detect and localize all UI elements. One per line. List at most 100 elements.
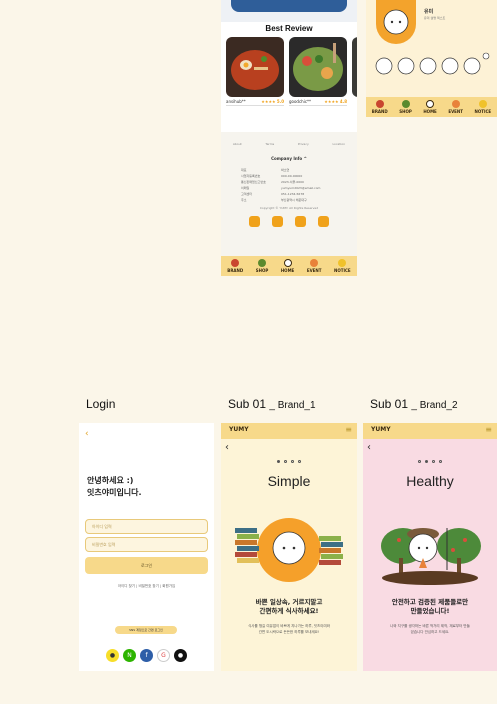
review-text <box>226 105 284 115</box>
nav-home[interactable]: HOME <box>281 259 294 273</box>
dot[interactable] <box>284 460 287 463</box>
bottom-nav: BRAND SHOP HOME EVENT NOTICE <box>221 256 357 276</box>
copyright: Copyright © YUMY. All Rights Reserved <box>259 206 319 210</box>
login-screen: ‹ 안녕하세요 :) 잇츠야미입니다. 아이디 입력 비밀번호 입력 로그인 아… <box>79 423 214 671</box>
stars: ★★★★ <box>261 99 276 104</box>
mascot-desc: 유미 설명 텍스트 <box>424 16 446 20</box>
nav-label: BRAND <box>371 109 388 114</box>
dot[interactable] <box>418 460 421 463</box>
brand1-section-label: Sub 01 _ Brand_1 <box>228 397 316 411</box>
review-card[interactable] <box>289 37 347 97</box>
review-card-partial[interactable] <box>352 37 357 97</box>
nav-shop[interactable]: SHOP <box>399 100 412 114</box>
tomato-icon <box>231 259 240 267</box>
greeting-line: 안녕하세요 :) <box>87 476 134 485</box>
carrot-icon <box>310 259 319 267</box>
twitter-icon[interactable] <box>318 216 329 227</box>
best-review-title: Best Review <box>265 24 313 33</box>
find-pw-link[interactable]: 비밀번호 찾기 <box>138 584 158 588</box>
nav-label: NOTICE <box>474 109 492 114</box>
dot[interactable] <box>298 460 301 463</box>
login-button[interactable]: 로그인 <box>85 557 208 574</box>
instagram-icon[interactable] <box>249 216 260 227</box>
farm-sheep-illustration <box>381 528 481 585</box>
tagline-line: 바쁜 일상속, 거르지말고 <box>255 598 323 606</box>
menu-icon[interactable]: ≡ <box>485 425 492 434</box>
password-input[interactable]: 비밀번호 입력 <box>85 537 208 552</box>
banner-card[interactable] <box>231 0 347 12</box>
home-screen-bottom: Best Review ansihub** ★★★★ 5.0 goodchic*… <box>221 0 357 276</box>
nav-notice[interactable]: NOTICE <box>474 100 492 114</box>
score: 4.8 <box>339 99 347 104</box>
nav-brand[interactable]: BRAND <box>227 259 243 273</box>
nav-label: HOME <box>423 109 437 114</box>
food-image <box>226 37 284 97</box>
header: YUMY ≡ <box>363 423 497 439</box>
dot[interactable] <box>425 460 428 463</box>
score: 5.0 <box>276 99 284 104</box>
footer-link[interactable]: Terms <box>265 142 274 146</box>
mascot-badge <box>376 0 416 44</box>
nav-label: EVENT <box>306 268 322 273</box>
nav-notice[interactable]: NOTICE <box>334 259 351 273</box>
tomato-icon <box>375 100 384 108</box>
chat-icon[interactable] <box>295 216 306 227</box>
review-meta: ansihub** ★★★★ 5.0 <box>226 99 284 104</box>
dot[interactable] <box>291 460 294 463</box>
home-icon <box>426 100 435 108</box>
easy-login-label: SNS 계정으로 간편 로그인 <box>115 626 177 634</box>
logo[interactable]: YUMY <box>229 426 249 433</box>
greeting-line: 잇츠야미입니다. <box>87 488 142 497</box>
footer: About Terms Privacy Location Company Inf… <box>221 132 357 256</box>
company-info: 대표 박소연 사업자등록번호 000-00-00000 통신판매업신고번호 2023-서울… <box>241 167 357 203</box>
brand1-heading: Simple <box>267 473 311 489</box>
dot[interactable] <box>439 460 442 463</box>
bottom-nav: BRAND SHOP HOME EVENT NOTICE <box>366 97 497 117</box>
tagline-line: 안전하고 검증된 제품들로만 <box>391 598 469 606</box>
food-image <box>289 37 347 97</box>
nav-event[interactable]: EVENT <box>306 259 322 273</box>
logo[interactable]: YUMY <box>371 426 391 433</box>
home-icon <box>283 259 292 267</box>
naver-login-icon[interactable]: N <box>123 649 136 662</box>
footer-link[interactable]: About <box>233 142 242 146</box>
broccoli-icon <box>258 259 266 267</box>
nav-event[interactable]: EVENT <box>448 100 463 114</box>
brand2-screen: YUMY ≡ ‹ Healthy 안전하고 검증된 제품들로만 만들었습니다! … <box>363 423 497 671</box>
nav-label: EVENT <box>448 109 463 114</box>
facebook-login-icon[interactable]: f <box>140 649 153 662</box>
brand2-tagline: 안전하고 검증된 제품들로만 만들었습니다! <box>363 598 497 616</box>
apple-login-icon[interactable]: ● <box>174 649 187 662</box>
review-stars: ★★★★ 4.8 <box>324 99 347 104</box>
dot[interactable] <box>277 460 280 463</box>
row-key: 주소 <box>241 198 247 202</box>
label-main: Sub 01 <box>370 397 409 411</box>
reviewer-name: goodchic** <box>289 99 312 104</box>
company-toggle[interactable]: Company Info ^ <box>221 156 357 161</box>
footer-link[interactable]: Location <box>332 142 345 146</box>
login-section-label: Login <box>86 397 116 411</box>
review-text <box>289 105 347 115</box>
find-id-link[interactable]: 아이디 찾기 <box>118 584 135 588</box>
brand2-section-label: Sub 01 _ Brand_2 <box>370 397 458 411</box>
company-label: Company Info <box>271 156 303 161</box>
nav-brand[interactable]: BRAND <box>372 100 388 114</box>
menu-icon[interactable]: ≡ <box>345 425 352 434</box>
kakao-login-icon[interactable]: ● <box>106 649 119 662</box>
dot[interactable] <box>432 460 435 463</box>
nav-home[interactable]: HOME <box>423 100 437 114</box>
reviewer-name: ansihub** <box>226 99 246 104</box>
id-input[interactable]: 아이디 입력 <box>85 519 208 534</box>
sheep-mascot-icon <box>383 9 409 35</box>
review-card[interactable] <box>226 37 284 97</box>
youtube-icon[interactable] <box>272 216 283 227</box>
footer-link[interactable]: Privacy <box>298 142 309 146</box>
nav-shop[interactable]: SHOP <box>255 259 269 273</box>
social-login: ● Nf G ● <box>79 642 214 662</box>
google-login-icon[interactable]: G <box>157 649 170 662</box>
back-chevron-icon[interactable]: ‹ <box>85 429 89 439</box>
signup-link[interactable]: 회원가입 <box>162 584 175 588</box>
tagline-line: 간편하게 식사하세요! <box>259 607 319 615</box>
page-dots <box>363 448 497 467</box>
nav-label: SHOP <box>255 268 269 273</box>
